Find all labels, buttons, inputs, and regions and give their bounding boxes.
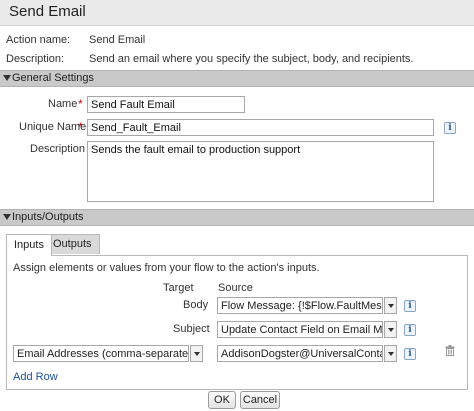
required-marker: * <box>78 120 83 134</box>
cancel-button[interactable]: Cancel <box>240 391 280 409</box>
target-column-header: Target <box>163 282 194 294</box>
unique-name-input[interactable]: Send_Fault_Email <box>87 119 434 136</box>
info-icon[interactable]: i <box>404 300 416 312</box>
general-settings-header[interactable]: General Settings <box>0 70 474 87</box>
source-body-input[interactable]: Flow Message: {!$Flow.FaultMessage} <box>217 297 383 314</box>
required-marker: * <box>78 97 83 111</box>
dialog-title-bar: Send Email <box>0 0 474 26</box>
dialog-title: Send Email <box>9 3 86 20</box>
description-textarea[interactable]: Sends the fault email to production supp… <box>87 141 434 202</box>
delete-row-icon[interactable] <box>445 345 455 356</box>
inputs-instruction: Assign elements or values from your flow… <box>13 262 320 274</box>
collapse-triangle-icon <box>3 75 11 81</box>
source-email-input[interactable]: AddisonDogster@UniversalContainers.com <box>217 345 383 362</box>
ok-button[interactable]: OK <box>208 391 236 409</box>
source-email-dropdown-button[interactable] <box>384 345 397 362</box>
info-icon[interactable]: i <box>404 324 416 336</box>
action-name-value: Send Email <box>89 34 146 46</box>
info-icon[interactable]: i <box>404 348 416 360</box>
tab-outputs[interactable]: Outputs <box>45 234 100 254</box>
target-body-label: Body <box>183 299 209 311</box>
general-settings-title: General Settings <box>12 72 94 84</box>
add-row-link[interactable]: Add Row <box>13 371 58 383</box>
inputs-outputs-header[interactable]: Inputs/Outputs <box>0 209 474 226</box>
source-subject-dropdown-button[interactable] <box>384 321 397 338</box>
collapse-triangle-icon <box>3 214 11 220</box>
action-description-value: Send an email where you specify the subj… <box>89 53 414 65</box>
target-select[interactable]: Email Addresses (comma-separated) <box>13 345 189 362</box>
tab-inputs[interactable]: Inputs <box>6 234 52 256</box>
action-name-label: Action name: <box>6 34 71 46</box>
unique-name-label: Unique Name <box>19 121 87 133</box>
target-subject-label: Subject <box>173 323 210 335</box>
name-input[interactable]: Send Fault Email <box>87 96 245 113</box>
action-description-label: Description: <box>6 53 65 65</box>
inputs-outputs-title: Inputs/Outputs <box>12 211 84 223</box>
name-label: Name <box>48 98 78 110</box>
source-column-header: Source <box>218 282 253 294</box>
target-dropdown-button[interactable] <box>190 345 203 362</box>
source-subject-input[interactable]: Update Contact Field on Email Message <box>217 321 383 338</box>
info-icon[interactable]: i <box>444 122 456 134</box>
description-label: Description <box>30 143 86 155</box>
source-body-dropdown-button[interactable] <box>384 297 397 314</box>
